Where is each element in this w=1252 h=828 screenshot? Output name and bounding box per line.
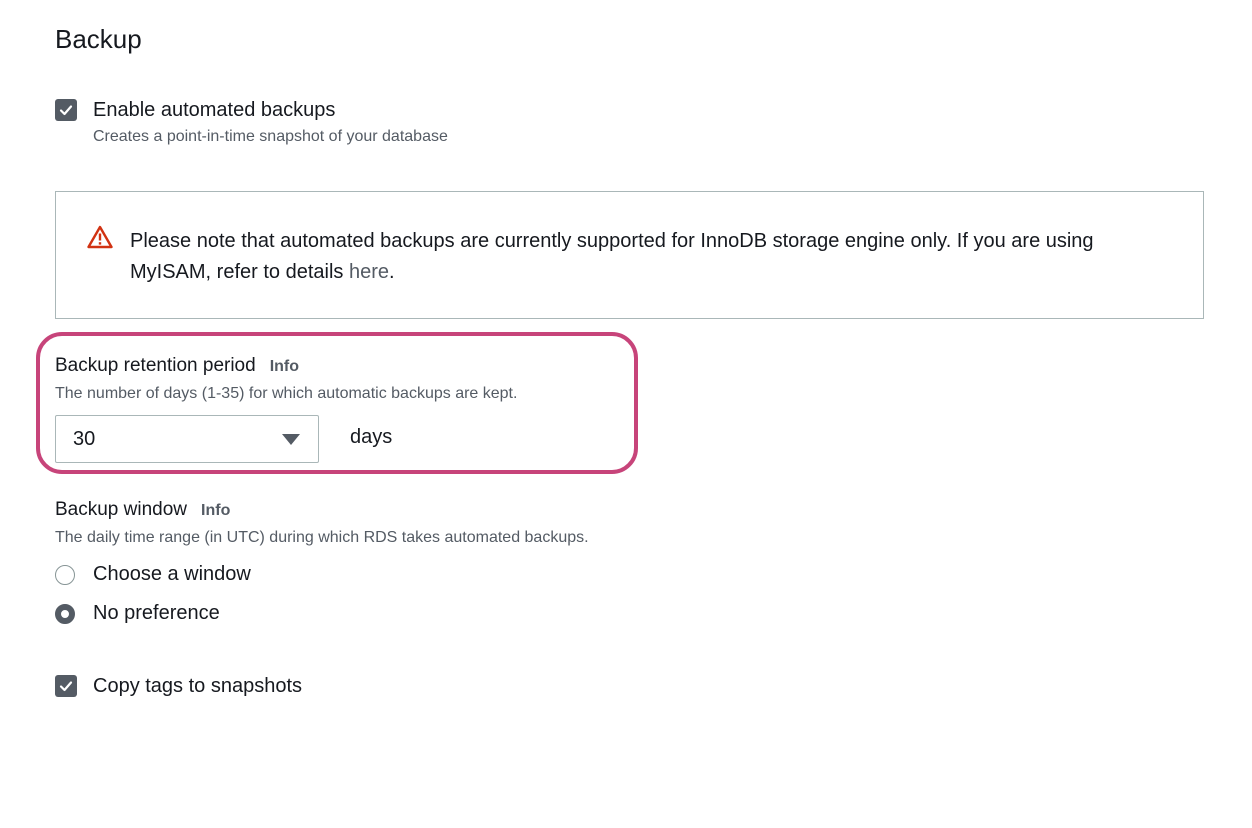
copy-tags-label: Copy tags to snapshots <box>93 675 303 697</box>
window-info-link[interactable]: Info <box>201 502 230 519</box>
window-label: Backup window <box>55 499 188 520</box>
retention-unit: days <box>350 426 393 448</box>
radio-label: Choose a window <box>93 563 251 585</box>
radio-no-preference[interactable]: No preference <box>55 602 220 625</box>
retention-description: The number of days (1-35) for which auto… <box>55 385 518 402</box>
checkmark-icon <box>59 105 73 116</box>
copy-tags-checkbox[interactable] <box>55 675 77 697</box>
radio-button-selected[interactable] <box>55 603 75 624</box>
retention-info-link[interactable]: Info <box>270 358 299 375</box>
alert-details-link[interactable]: here <box>349 261 389 283</box>
retention-label: Backup retention period <box>55 355 256 376</box>
radio-button[interactable] <box>55 564 75 585</box>
radio-choose-window[interactable]: Choose a window <box>55 563 251 586</box>
alert-text: Please note that automated backups are c… <box>130 230 1094 283</box>
copy-tags-row[interactable]: Copy tags to snapshots <box>55 675 302 697</box>
retention-selected-value: 30 <box>73 427 96 450</box>
window-description: The daily time range (in UTC) during whi… <box>55 529 589 546</box>
retention-label-row: Backup retention period Info <box>55 355 299 377</box>
enable-backups-label: Enable automated backups <box>93 99 336 121</box>
backup-settings-page: Backup Enable automated backups Creates … <box>0 0 1252 828</box>
alert-message: Please note that automated backups are c… <box>130 226 1170 288</box>
checkmark-icon <box>59 681 73 692</box>
caret-down-icon <box>282 433 300 445</box>
alert-trailing: . <box>389 261 395 283</box>
enable-backups-description: Creates a point-in-time snapshot of your… <box>93 128 448 145</box>
enable-backups-row[interactable]: Enable automated backups Creates a point… <box>55 99 448 146</box>
enable-backups-checkbox[interactable] <box>55 99 77 121</box>
retention-period-select[interactable]: 30 <box>55 415 319 463</box>
warning-triangle-icon <box>87 225 113 254</box>
section-title: Backup <box>55 24 142 54</box>
window-label-row: Backup window Info <box>55 499 230 521</box>
radio-label: No preference <box>93 602 220 624</box>
